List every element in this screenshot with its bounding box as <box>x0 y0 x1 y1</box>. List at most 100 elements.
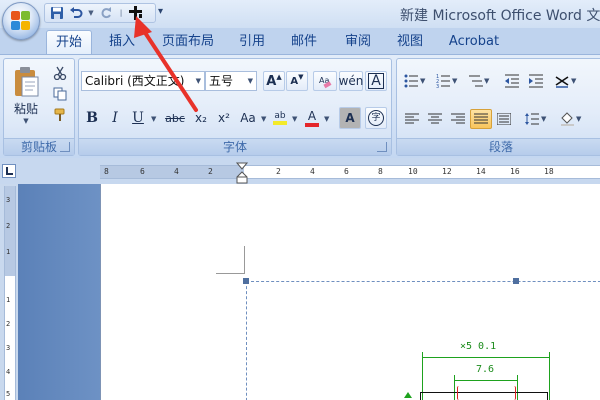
align-center-icon <box>428 113 442 124</box>
ruler-bar: 8 6 4 2 2 4 6 8 10 12 14 16 18 <box>0 158 600 184</box>
multilevel-list-button[interactable]: ▼ <box>465 71 493 91</box>
ruler-tick: 3 <box>6 344 11 352</box>
drawing-canvas[interactable] <box>246 281 600 400</box>
drawing-shape <box>420 392 548 400</box>
tab-selector-button[interactable] <box>2 164 16 178</box>
ruler-tick: 4 <box>6 368 11 376</box>
char-shading-button[interactable]: A <box>339 107 361 129</box>
tab-references[interactable]: 引用 <box>232 30 272 54</box>
font-color-dropdown-icon[interactable]: ▼ <box>324 115 329 123</box>
font-size-value: 五号 <box>209 74 234 88</box>
align-right-button[interactable] <box>447 109 469 129</box>
italic-button[interactable]: I <box>104 107 126 129</box>
ruler-margin <box>100 166 244 178</box>
decrease-indent-button[interactable] <box>501 71 523 91</box>
bullets-button[interactable]: ▼ <box>401 71 429 91</box>
font-size-select[interactable]: 五号 ▼ <box>205 71 257 91</box>
superscript-button[interactable]: x² <box>213 107 235 129</box>
increase-indent-icon <box>529 74 543 88</box>
redo-icon[interactable] <box>98 5 114 21</box>
drawing-arc <box>457 386 461 400</box>
tab-view[interactable]: 视图 <box>390 30 430 54</box>
tab-page-layout[interactable]: 页面布局 <box>156 30 220 54</box>
svg-text:▼: ▼ <box>571 77 577 85</box>
copy-button[interactable] <box>50 84 70 104</box>
shrink-font-glyph: A <box>290 75 299 87</box>
svg-text:3: 3 <box>436 84 439 88</box>
highlight-dropdown-icon[interactable]: ▼ <box>292 115 297 123</box>
numbering-button[interactable]: 1 2 3 ▼ <box>433 71 461 91</box>
bold-button[interactable]: B <box>81 107 103 129</box>
svg-text:▼: ▼ <box>541 115 547 123</box>
change-case-button[interactable]: Aa <box>236 107 260 129</box>
change-case-dropdown-icon[interactable]: ▼ <box>261 115 266 123</box>
dialog-launcher-icon[interactable] <box>377 142 387 152</box>
dimension-label: 7.6 <box>476 364 495 375</box>
format-painter-icon[interactable] <box>128 5 144 21</box>
office-button[interactable] <box>2 2 40 40</box>
indent-marker-icon[interactable] <box>236 162 248 184</box>
align-left-button[interactable] <box>401 109 423 129</box>
ruler-tick: 12 <box>442 167 452 176</box>
justify-button[interactable] <box>470 109 492 129</box>
undo-icon[interactable] <box>68 5 84 21</box>
ruler-tick: 6 <box>140 167 145 176</box>
tab-insert[interactable]: 插入 <box>100 30 144 54</box>
ruler-tick: 4 <box>310 167 315 176</box>
dimension-line <box>549 352 550 400</box>
highlight-button[interactable]: ab <box>269 107 291 129</box>
phonetic-guide-button[interactable]: wén <box>339 71 363 91</box>
grow-font-button[interactable]: A ▲ <box>263 71 285 91</box>
svg-text:▼: ▼ <box>420 77 426 85</box>
strikethrough-button[interactable]: abc <box>161 107 189 129</box>
horizontal-ruler[interactable]: 8 6 4 2 2 4 6 8 10 12 14 16 18 <box>100 165 600 179</box>
format-painter-button[interactable] <box>50 105 70 125</box>
line-spacing-button[interactable]: ▼ <box>521 109 551 129</box>
clipboard-group: 粘贴 ▼ 剪贴板 <box>3 58 75 156</box>
title-bar: ▼ | ▾ 新建 Microsoft Office Word 文档 <box>0 0 600 28</box>
tab-home[interactable]: 开始 <box>46 30 92 54</box>
resize-handle[interactable] <box>243 278 249 284</box>
ruler-tick: 10 <box>408 167 418 176</box>
brush-icon <box>54 108 65 121</box>
font-name-select[interactable]: Calibri (西文正文) ▼ <box>81 71 205 91</box>
paint-bucket-icon: ▼ <box>561 112 582 126</box>
copy-icon <box>53 87 67 101</box>
font-group-label: 字体 <box>79 138 391 155</box>
phonetic-guide-icon: wén <box>338 74 364 88</box>
save-icon[interactable] <box>49 5 65 21</box>
ruler-tick: 2 <box>276 167 281 176</box>
underline-button[interactable]: U <box>127 107 149 129</box>
chevron-down-icon: ▼ <box>247 77 253 85</box>
subscript-button[interactable]: x₂ <box>190 107 212 129</box>
cut-button[interactable] <box>50 63 70 83</box>
vertical-ruler[interactable]: 3 2 1 1 2 3 4 5 <box>4 186 16 400</box>
tab-review[interactable]: 审阅 <box>338 30 378 54</box>
bullets-icon: ▼ <box>404 74 426 88</box>
resize-handle[interactable] <box>513 278 519 284</box>
align-center-button[interactable] <box>424 109 446 129</box>
paragraph-group-label: 段落 <box>397 138 600 155</box>
undo-dropdown-icon[interactable]: ▼ <box>87 9 95 17</box>
shrink-font-button[interactable]: A ▼ <box>286 71 308 91</box>
window-title: 新建 Microsoft Office Word 文档 <box>400 8 600 24</box>
enclose-char-button[interactable]: 字 <box>365 107 387 129</box>
increase-indent-button[interactable] <box>525 71 547 91</box>
chinese-layout-button[interactable]: ▼ <box>551 71 581 91</box>
tab-mailings[interactable]: 邮件 <box>284 30 324 54</box>
distributed-button[interactable] <box>493 109 515 129</box>
svg-text:▼: ▼ <box>452 77 458 85</box>
tab-acrobat[interactable]: Acrobat <box>442 30 506 54</box>
paste-button[interactable]: 粘贴 ▼ <box>8 63 44 127</box>
ruler-tick: 2 <box>6 222 11 230</box>
align-left-icon <box>405 113 419 124</box>
shading-button[interactable]: ▼ <box>557 109 587 129</box>
customize-qat-icon[interactable]: ▾ <box>158 6 163 17</box>
font-color-button[interactable]: A <box>301 107 323 129</box>
line-spacing-icon: ▼ <box>525 113 547 125</box>
clear-formatting-button[interactable]: Aa <box>313 71 337 91</box>
highlight-glyph: ab <box>274 111 286 121</box>
dialog-launcher-icon[interactable] <box>60 142 70 152</box>
underline-dropdown-icon[interactable]: ▼ <box>151 115 156 123</box>
char-border-button[interactable]: A <box>365 71 387 91</box>
